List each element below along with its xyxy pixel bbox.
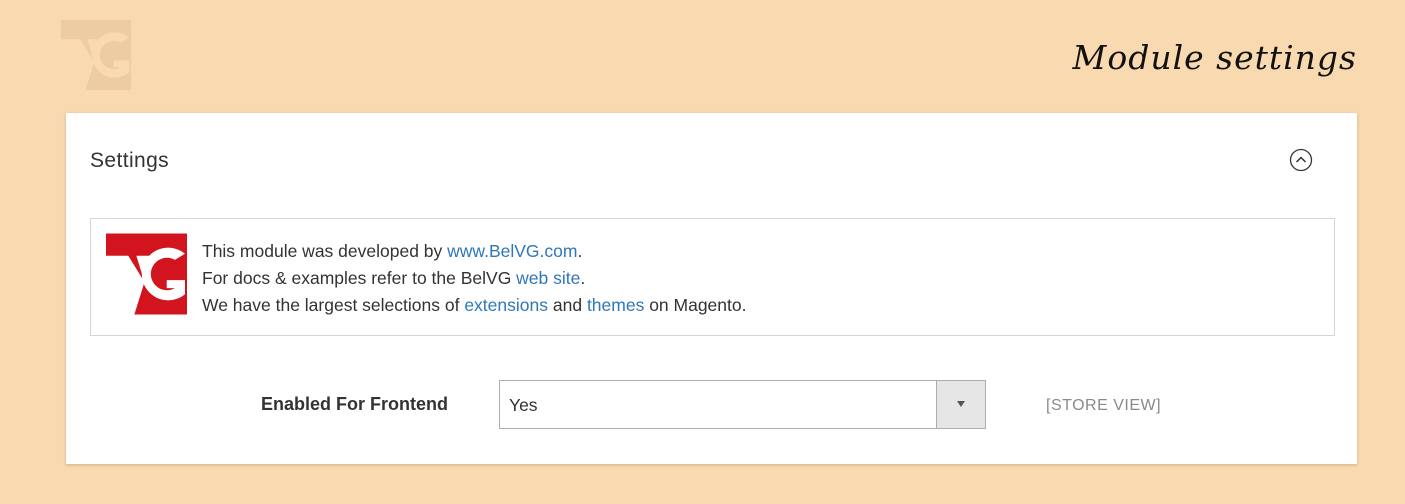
- dropdown-button[interactable]: [936, 381, 985, 428]
- page-title: Module settings: [1072, 38, 1357, 77]
- collapse-toggle-button[interactable]: [1289, 148, 1313, 172]
- belvg-logo: [106, 233, 187, 315]
- web-site-link[interactable]: web site: [516, 268, 580, 288]
- info-text: on Magento.: [644, 295, 747, 315]
- select-value: Yes: [509, 395, 538, 415]
- scope-label: [STORE VIEW]: [1046, 397, 1162, 414]
- themes-link[interactable]: themes: [587, 295, 644, 315]
- chevron-down-icon: [957, 401, 965, 407]
- extensions-link[interactable]: extensions: [464, 295, 548, 315]
- panel-title: Settings: [90, 149, 170, 172]
- belvg-watermark-logo: [60, 20, 132, 90]
- info-text: For docs & examples refer to the BelVG: [202, 268, 517, 288]
- enabled-for-frontend-label: Enabled For Frontend: [261, 394, 448, 414]
- info-text: .: [580, 268, 586, 288]
- info-text: We have the largest selections of: [202, 295, 465, 315]
- info-text: This module was developed by: [202, 241, 448, 261]
- info-line-selection: We have the largest selections of extens…: [202, 292, 746, 319]
- belvg-logo-icon: [106, 233, 187, 315]
- info-text: and: [548, 295, 587, 315]
- enabled-for-frontend-select[interactable]: Yes: [499, 380, 986, 429]
- module-info-text: This module was developed by www.BelVG.c…: [202, 238, 746, 319]
- info-line-docs: For docs & examples refer to the BelVG w…: [202, 265, 746, 292]
- belvg-website-link[interactable]: www.BelVG.com: [447, 241, 577, 261]
- info-text: .: [577, 241, 583, 261]
- module-info-box: This module was developed by www.BelVG.c…: [90, 218, 1335, 336]
- settings-panel: Settings This module was developed by ww…: [66, 113, 1357, 464]
- info-line-developer: This module was developed by www.BelVG.c…: [202, 238, 746, 265]
- belvg-logo-icon: [61, 20, 131, 90]
- chevron-up-circle-icon: [1289, 148, 1313, 172]
